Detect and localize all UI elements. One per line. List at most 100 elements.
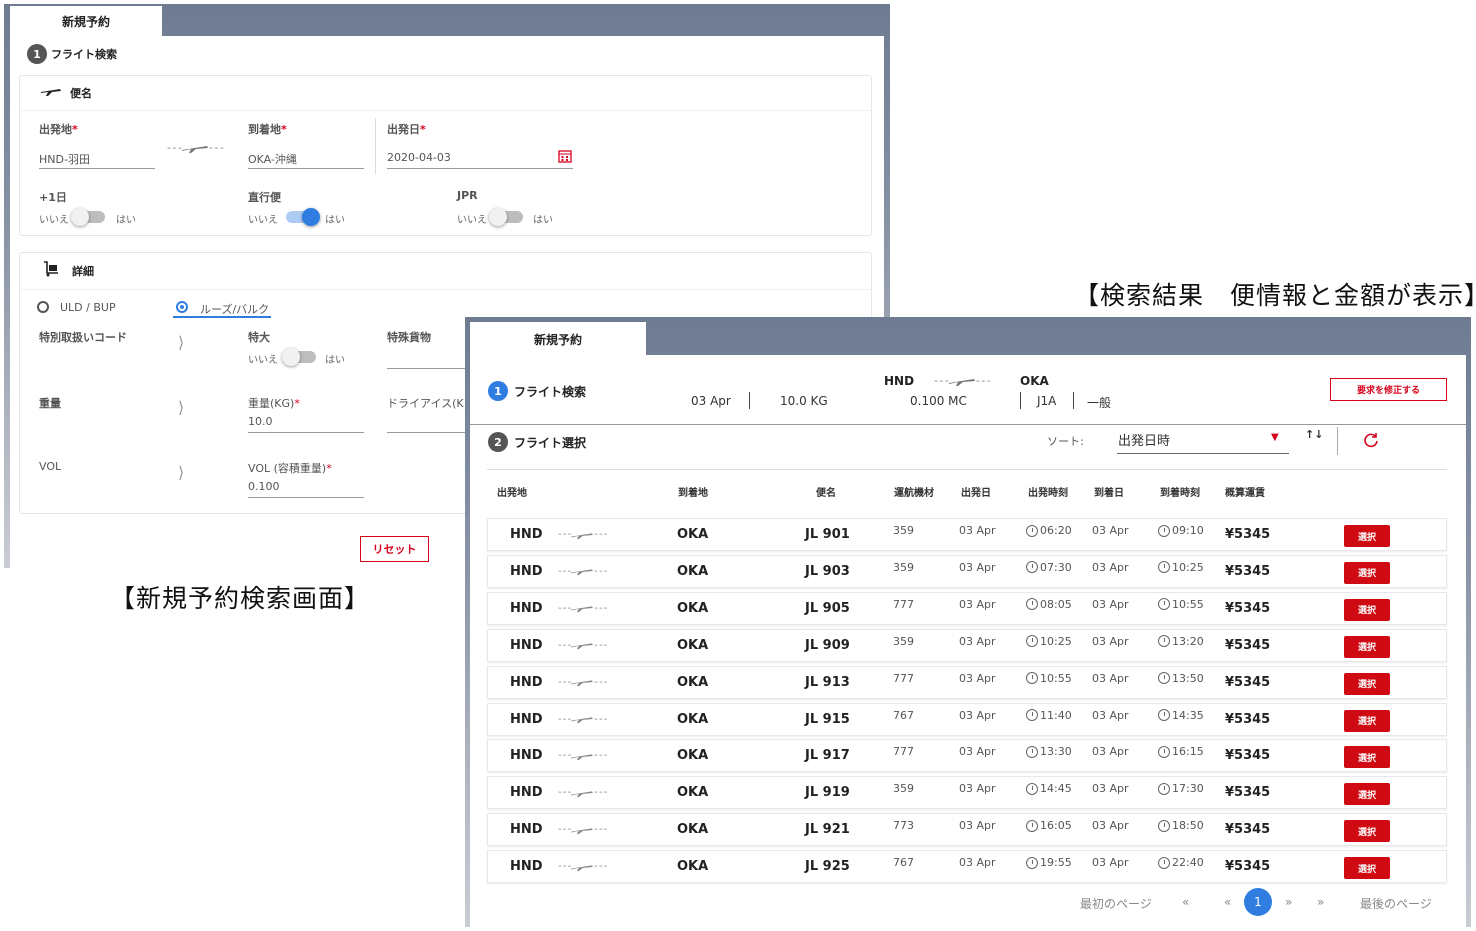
clock-icon: [1158, 635, 1170, 648]
pagination-next[interactable]: »: [1285, 895, 1292, 909]
origin-field[interactable]: HND-羽田: [39, 151, 90, 167]
pagination-first[interactable]: 最初のページ: [1080, 895, 1152, 912]
row-dep-date: 03 Apr: [959, 708, 996, 722]
step1-number: 1: [488, 381, 508, 401]
select-button[interactable]: 選択: [1344, 598, 1390, 621]
clock-icon: [1026, 561, 1038, 574]
row-dep-date: 03 Apr: [959, 819, 996, 833]
select-button[interactable]: 選択: [1344, 783, 1390, 806]
row-dep-time: 06:20: [1026, 515, 1072, 546]
airplane-icon: [41, 89, 61, 96]
jpr-toggle[interactable]: [489, 208, 523, 226]
select-button[interactable]: 選択: [1344, 561, 1390, 584]
refresh-icon[interactable]: [1363, 432, 1379, 448]
pagination-current[interactable]: 1: [1244, 888, 1272, 916]
row-flight: JL 925: [805, 859, 850, 875]
row-arr-time-text: 13:50: [1172, 671, 1204, 685]
sort-order-icon[interactable]: ↑↓: [1305, 428, 1323, 441]
select-button[interactable]: 選択: [1344, 857, 1390, 880]
jpr-yes: はい: [533, 215, 553, 226]
row-origin: HND: [510, 527, 543, 542]
row-arr-time-text: 16:15: [1172, 745, 1204, 759]
row-fare: ¥5345: [1225, 822, 1271, 838]
plus1-yes: はい: [116, 215, 136, 226]
select-button[interactable]: 選択: [1344, 525, 1390, 547]
clock-icon: [1158, 819, 1170, 832]
direct-toggle[interactable]: [286, 208, 320, 226]
row-fare: ¥5345: [1225, 785, 1271, 801]
select-button[interactable]: 選択: [1344, 746, 1390, 769]
chevron-right-icon: ⟩: [178, 463, 185, 482]
jpr-label: JPR: [457, 189, 478, 202]
oversize-yes: はい: [325, 355, 345, 366]
row-flight: JL 913: [805, 674, 850, 690]
weight-field[interactable]: 10.0: [248, 415, 273, 428]
row-aircraft: 777: [893, 745, 914, 759]
row-dest: OKA: [677, 563, 709, 579]
table-row: HND - - -- - - OKA JL 903 359 03 Apr 07:30 03 A…: [487, 552, 1447, 588]
dest-field[interactable]: OKA-沖縄: [248, 151, 297, 167]
row-dest: OKA: [677, 711, 709, 727]
column-header: 到着時刻: [1160, 488, 1200, 499]
select-button[interactable]: 選択: [1344, 672, 1390, 695]
select-button[interactable]: 選択: [1344, 635, 1390, 658]
pagination-prev2[interactable]: «: [1182, 895, 1189, 909]
row-origin: HND: [510, 600, 543, 616]
row-arr-date: 03 Apr: [1092, 634, 1129, 648]
special-code-label: 特別取扱いコード: [39, 331, 127, 344]
screen1-tab-new-booking[interactable]: 新規予約: [10, 6, 162, 37]
column-header: 便名: [816, 488, 836, 499]
row-dep-time-text: 16:05: [1040, 819, 1072, 833]
radio-loose[interactable]: [176, 301, 188, 313]
row-arr-time: 18:50: [1158, 810, 1204, 841]
row-arr-time-text: 14:35: [1172, 708, 1204, 722]
vol-field[interactable]: 0.100: [248, 480, 280, 493]
radio-uld[interactable]: [37, 301, 49, 313]
row-arr-date: 03 Apr: [1092, 560, 1129, 574]
row-origin: HND: [510, 637, 543, 653]
select-button[interactable]: 選択: [1344, 709, 1390, 732]
plus1-toggle[interactable]: [71, 208, 105, 226]
row-arr-time-text: 17:30: [1172, 782, 1204, 796]
row-dest: OKA: [677, 637, 709, 653]
row-arr-date: 03 Apr: [1092, 856, 1129, 870]
row-origin: HND: [510, 785, 543, 801]
row-plane-icon: - - -- - -: [558, 639, 607, 651]
row-dep-time-text: 14:45: [1040, 782, 1072, 796]
table-row: HND - - -- - - OKA JL 913 777 03 Apr 10:55 03 A…: [487, 665, 1447, 699]
row-fare: ¥5345: [1225, 527, 1271, 542]
pagination-next2[interactable]: »: [1317, 895, 1324, 909]
row-dep-time-text: 06:20: [1040, 524, 1072, 537]
step1-label: フライト検索: [514, 385, 587, 399]
column-header: 到着日: [1094, 488, 1124, 499]
column-header: 出発時刻: [1028, 488, 1068, 499]
row-aircraft: 359: [893, 634, 914, 648]
row-dep-time: 07:30: [1026, 552, 1072, 583]
row-fare: ¥5345: [1225, 563, 1271, 579]
row-arr-time: 10:55: [1158, 589, 1204, 620]
date-field[interactable]: 2020-04-03: [387, 151, 451, 164]
row-dest: OKA: [677, 785, 709, 801]
row-dep-time: 16:05: [1026, 810, 1072, 841]
row-dep-date: 03 Apr: [959, 782, 996, 796]
select-button[interactable]: 選択: [1344, 820, 1390, 843]
calendar-icon[interactable]: [558, 149, 572, 163]
row-dest: OKA: [677, 822, 709, 838]
reset-button[interactable]: リセット: [360, 536, 429, 562]
row-origin: HND: [510, 859, 543, 875]
screen2-tab-new-booking[interactable]: 新規予約: [470, 322, 646, 356]
oversize-toggle[interactable]: [282, 348, 316, 366]
summary-dest: OKA: [1020, 374, 1049, 388]
chevron-down-icon[interactable]: ▼: [1271, 432, 1279, 443]
sort-select[interactable]: 出発日時: [1118, 430, 1170, 449]
row-arr-time: 14:35: [1158, 700, 1204, 731]
row-arr-time-text: 18:50: [1172, 819, 1204, 833]
clock-icon: [1158, 745, 1170, 758]
row-dep-time-text: 13:30: [1040, 745, 1072, 759]
row-arr-time-text: 10:55: [1172, 597, 1204, 611]
clock-icon: [1026, 672, 1038, 685]
weight-row-label: 重量: [39, 397, 61, 410]
pagination-last[interactable]: 最後のページ: [1360, 895, 1432, 912]
modify-request-button[interactable]: 要求を修正する: [1330, 378, 1447, 401]
pagination-prev[interactable]: «: [1224, 895, 1231, 909]
